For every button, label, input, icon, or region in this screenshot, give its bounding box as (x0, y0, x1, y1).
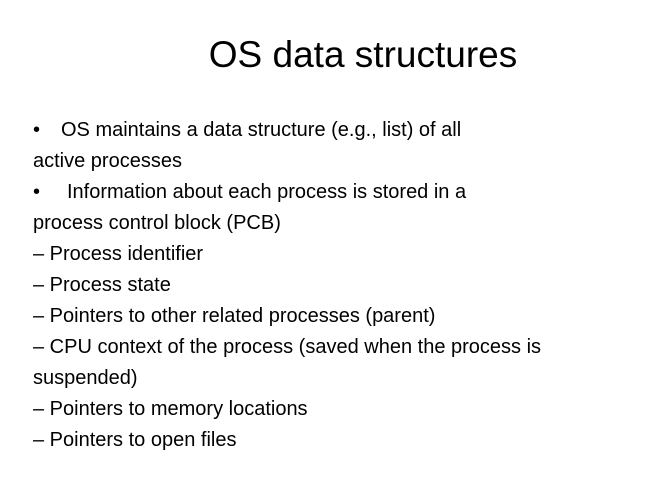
body-line-text: – CPU context of the process (saved when… (33, 336, 542, 358)
body-line-text: active processes (33, 150, 182, 172)
body-line-text: process control block (PCB) (33, 212, 281, 234)
bullet-icon: • (33, 119, 41, 141)
sub-item-open-files: – Pointers to open files (33, 425, 648, 456)
body-line-text: – Pointers to other related processes (p… (33, 305, 436, 327)
body-line-text: Information about each process is stored… (67, 181, 467, 203)
bullet-item-os-maintains: • OS maintains a data structure (e.g., li… (33, 115, 648, 146)
slide-title: OS data structures (208, 34, 518, 75)
sub-item-process-identifier: – Process identifier (33, 239, 648, 270)
body-line-continuation: active processes (33, 146, 648, 177)
slide: OS data structures • OS maintains a data … (0, 0, 654, 490)
sub-item-process-state: – Process state (33, 270, 648, 301)
body-line-continuation: suspended) (33, 363, 648, 394)
slide-body: • OS maintains a data structure (e.g., li… (33, 115, 648, 456)
bullet-item-information: • Information about each process is store… (33, 177, 648, 208)
body-line-continuation: process control block (PCB) (33, 208, 648, 239)
sub-item-memory-locations: – Pointers to memory locations (33, 394, 648, 425)
body-line-text: – Process state (33, 274, 171, 296)
body-line-text: – Pointers to open files (33, 429, 237, 451)
body-line-text: OS maintains a data structure (e.g., lis… (61, 119, 462, 141)
body-line-text: suspended) (33, 367, 138, 389)
body-line-text: – Process identifier (33, 243, 204, 265)
bullet-icon: • (33, 181, 41, 203)
sub-item-cpu-context: – CPU context of the process (saved when… (33, 332, 648, 363)
body-line-text: – Pointers to memory locations (33, 398, 308, 420)
sub-item-related-processes: – Pointers to other related processes (p… (33, 301, 648, 332)
